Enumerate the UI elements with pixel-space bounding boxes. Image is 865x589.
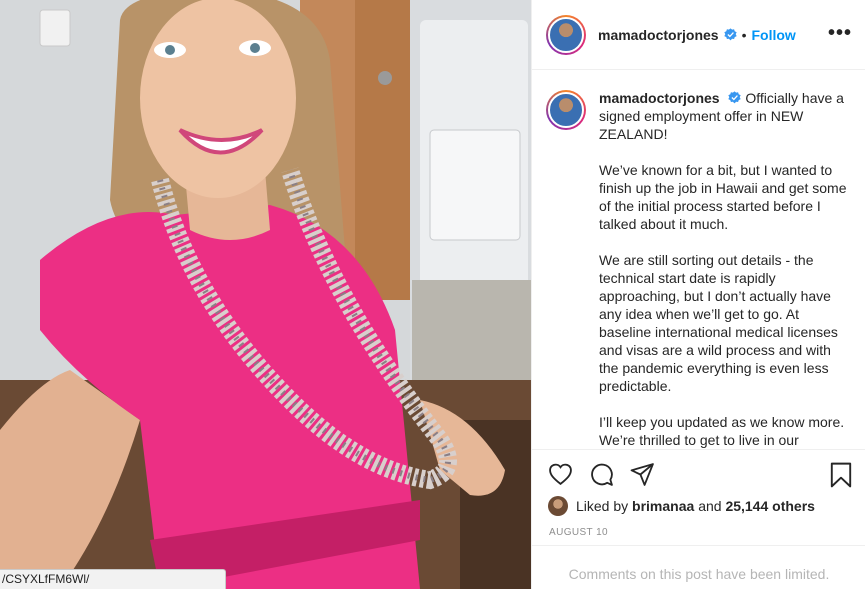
caption-paragraph: We’ve known for a bit, but I wanted to f… <box>599 162 847 232</box>
caption-avatar[interactable] <box>546 90 586 130</box>
author-avatar[interactable] <box>546 14 586 55</box>
likes-and: and <box>698 498 722 514</box>
likes-prefix: Liked by <box>576 498 629 514</box>
liker-avatar[interactable] <box>548 496 568 516</box>
caption-paragraph: We are still sorting out details - the t… <box>599 252 838 394</box>
caption-text: mamadoctorjones Officially have a signed… <box>599 89 854 449</box>
more-icon[interactable]: ••• <box>828 23 852 43</box>
caption-paragraph: I’ll keep you updated as we know more. W… <box>599 414 845 448</box>
post-photo[interactable]: /CSYXLfFM6Wl/ <box>0 0 531 589</box>
heart-icon[interactable] <box>548 462 573 487</box>
post-date[interactable]: AUGUST 10 <box>549 527 608 538</box>
likes-summary: Liked by brimanaa and 25,144 others <box>548 496 815 516</box>
caption-username[interactable]: mamadoctorjones <box>599 90 720 106</box>
bookmark-icon[interactable] <box>829 462 853 488</box>
status-bar-url: /CSYXLfFM6Wl/ <box>0 569 226 589</box>
author-username[interactable]: mamadoctorjones <box>598 27 719 43</box>
post-header: mamadoctorjones • Follow ••• <box>532 0 865 70</box>
follow-button[interactable]: Follow <box>752 27 796 43</box>
header-separator: • <box>741 26 747 43</box>
comments-limited-notice: Comments on this post have been limited. <box>532 545 865 589</box>
comment-icon[interactable] <box>589 462 614 487</box>
selfie-illustration <box>0 0 531 589</box>
bookmark-button[interactable] <box>829 462 853 493</box>
verified-icon <box>728 91 742 104</box>
post-actions: Liked by brimanaa and 25,144 others AUGU… <box>532 449 865 545</box>
post-side-panel: mamadoctorjones • Follow ••• mamadoctorj… <box>531 0 865 589</box>
caption-area[interactable]: mamadoctorjones Officially have a signed… <box>532 71 865 449</box>
verified-icon <box>723 28 737 41</box>
likes-count[interactable]: 25,144 others <box>725 498 815 514</box>
share-icon[interactable] <box>630 462 655 487</box>
liker-username[interactable]: brimanaa <box>632 498 694 514</box>
